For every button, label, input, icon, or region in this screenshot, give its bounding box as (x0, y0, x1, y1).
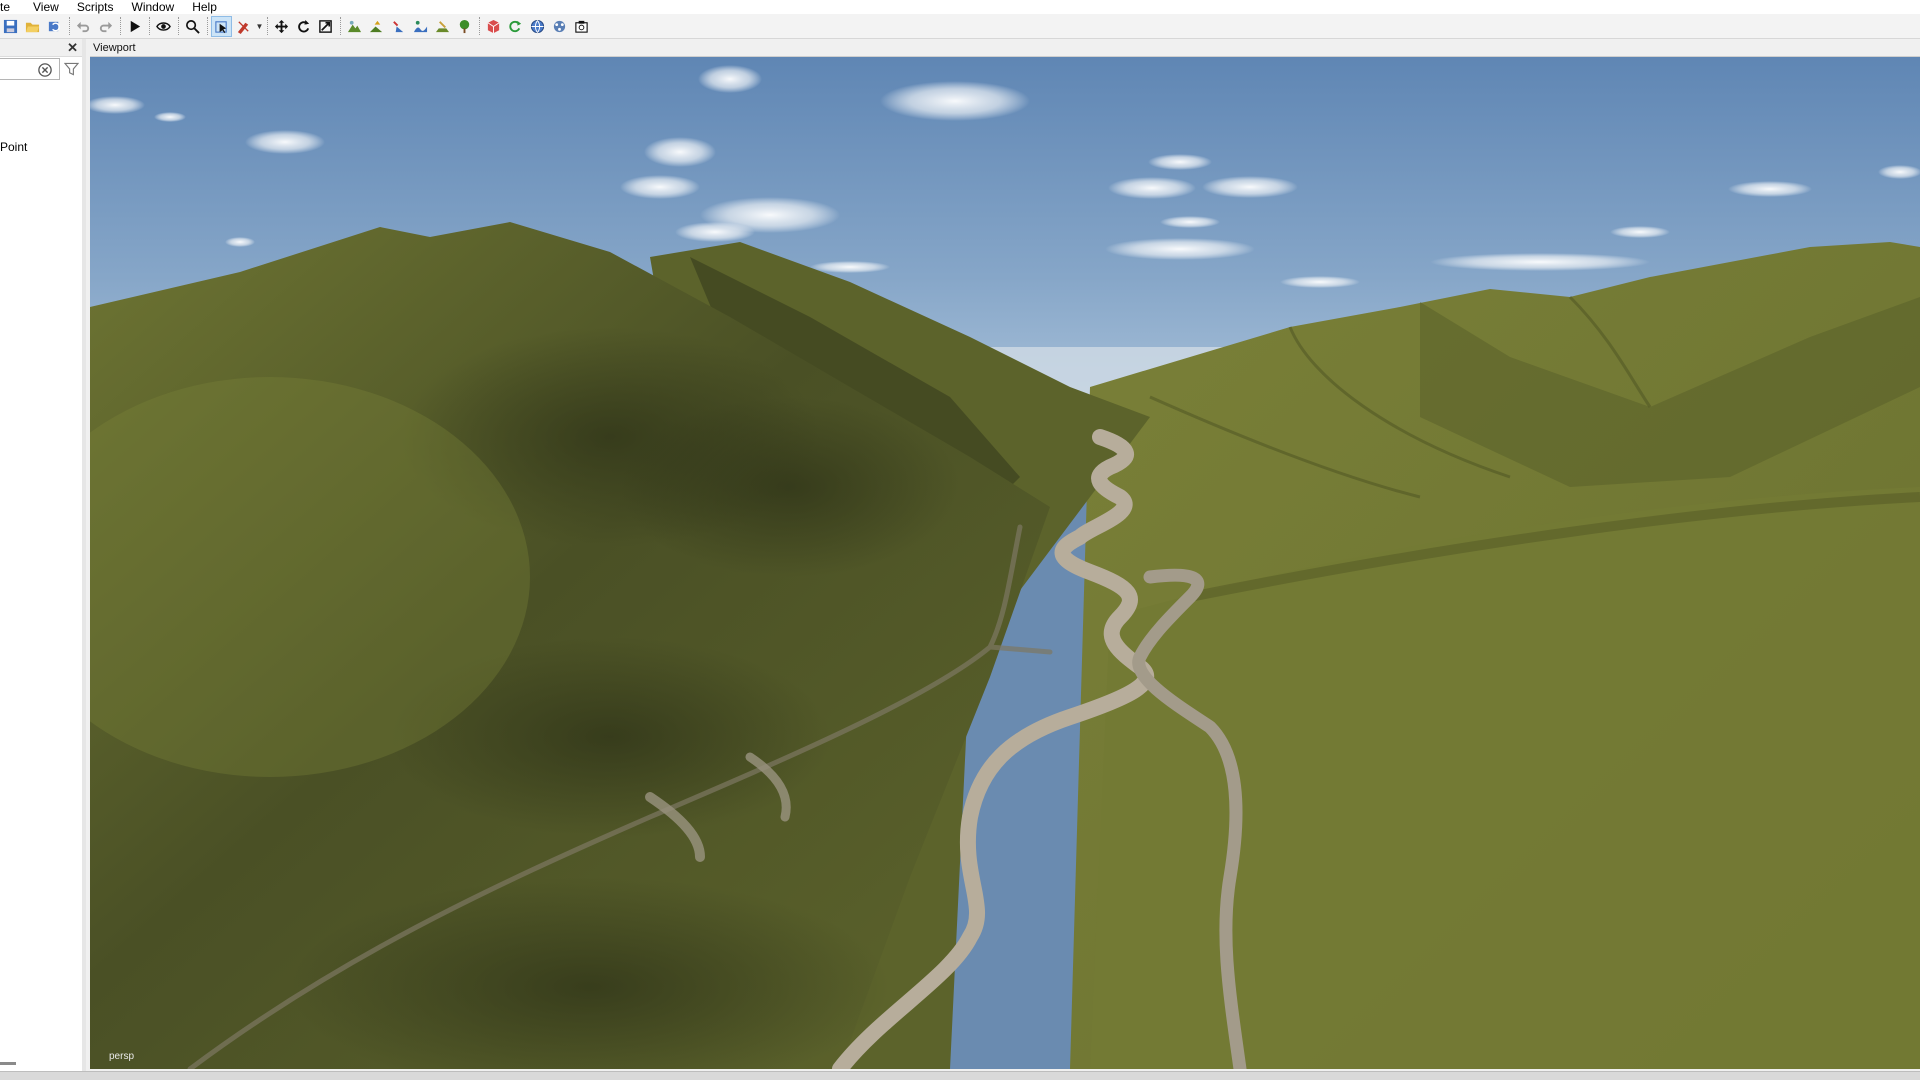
horizontal-scrollbar[interactable] (0, 1062, 16, 1065)
filter-icon[interactable] (64, 61, 79, 77)
menu-view[interactable]: View (24, 0, 68, 14)
refresh-icon (509, 20, 522, 32)
terrain-scene[interactable] (90, 57, 1920, 1069)
redo-button[interactable] (95, 16, 116, 37)
scale-tool-button[interactable] (315, 16, 336, 37)
select-icon (215, 20, 227, 33)
play-button[interactable] (124, 16, 145, 37)
viewport[interactable]: persp (90, 57, 1920, 1069)
scene-panel-header: ✕ (0, 39, 82, 57)
chevron-down-icon[interactable]: ▼ (255, 16, 264, 37)
terrain-paint-button[interactable] (388, 16, 409, 37)
toolbar-separator (267, 17, 268, 35)
left-shadow-2 (620, 397, 960, 577)
globe-icon (530, 19, 545, 33)
camera-label: persp (109, 1051, 135, 1062)
toolbar-separator (207, 17, 208, 35)
play-icon (130, 20, 141, 32)
menu-window[interactable]: Window (123, 0, 184, 14)
terrain-icon (347, 20, 362, 32)
redo-icon (99, 21, 113, 32)
menu-file[interactable]: te (0, 0, 24, 14)
refresh-button[interactable] (505, 16, 526, 37)
toolbar: ▼ (0, 14, 1920, 39)
viewport-header: Viewport (90, 39, 1920, 57)
rotate-icon (298, 19, 310, 32)
camera-icon (575, 20, 588, 33)
open-button[interactable] (22, 16, 43, 37)
reload-icon (48, 21, 60, 31)
smooth-icon (413, 20, 428, 32)
terrain-smooth-button[interactable] (410, 16, 431, 37)
eye-icon (156, 21, 171, 31)
menu-scripts[interactable]: Scripts (68, 0, 123, 14)
terrain-raise-icon (369, 20, 383, 32)
move-tool-button[interactable] (271, 16, 292, 37)
rotate-tool-button[interactable] (293, 16, 314, 37)
undo-icon (76, 21, 90, 32)
zoom-button[interactable] (182, 16, 203, 37)
terrain-tool-button[interactable] (344, 16, 365, 37)
terrain-flatten-button[interactable] (432, 16, 453, 37)
toolbar-separator (340, 17, 341, 35)
toolbar-separator (120, 17, 121, 35)
paint-tool-button[interactable] (233, 16, 254, 37)
save-icon (3, 19, 18, 33)
menu-bar: te View Scripts Window Help (0, 0, 1920, 14)
toolbar-separator (178, 17, 179, 35)
brush-icon (393, 20, 404, 32)
open-folder-icon (25, 22, 40, 32)
screenshot-button[interactable] (571, 16, 592, 37)
view-button[interactable] (153, 16, 174, 37)
close-icon[interactable]: ✕ (67, 39, 78, 57)
select-tool-button[interactable] (211, 15, 232, 37)
toolbar-separator (149, 17, 150, 35)
move-icon (274, 19, 289, 33)
world-button[interactable] (527, 16, 548, 37)
terrain-raise-button[interactable] (366, 16, 387, 37)
tree-icon (459, 19, 470, 33)
network-button[interactable] (549, 16, 570, 37)
network-icon (553, 20, 566, 32)
search-input[interactable] (0, 58, 60, 80)
status-bar (0, 1071, 1920, 1080)
toolbar-separator (69, 17, 70, 35)
save-button[interactable] (0, 16, 21, 37)
foliage-button[interactable] (454, 16, 475, 37)
flatten-icon (435, 20, 450, 32)
reload-button[interactable] (44, 16, 65, 37)
undo-button[interactable] (73, 16, 94, 37)
viewport-title: Viewport (93, 42, 136, 54)
scale-icon (319, 19, 332, 33)
paint-icon (237, 20, 249, 34)
cube-icon (487, 19, 500, 33)
clear-search-icon[interactable] (38, 63, 52, 77)
render-button[interactable] (483, 16, 504, 37)
list-item[interactable]: Point (0, 140, 27, 154)
scene-panel: ✕ Point (0, 39, 86, 1071)
search-icon (186, 19, 200, 34)
menu-help[interactable]: Help (183, 0, 226, 14)
toolbar-separator (479, 17, 480, 35)
